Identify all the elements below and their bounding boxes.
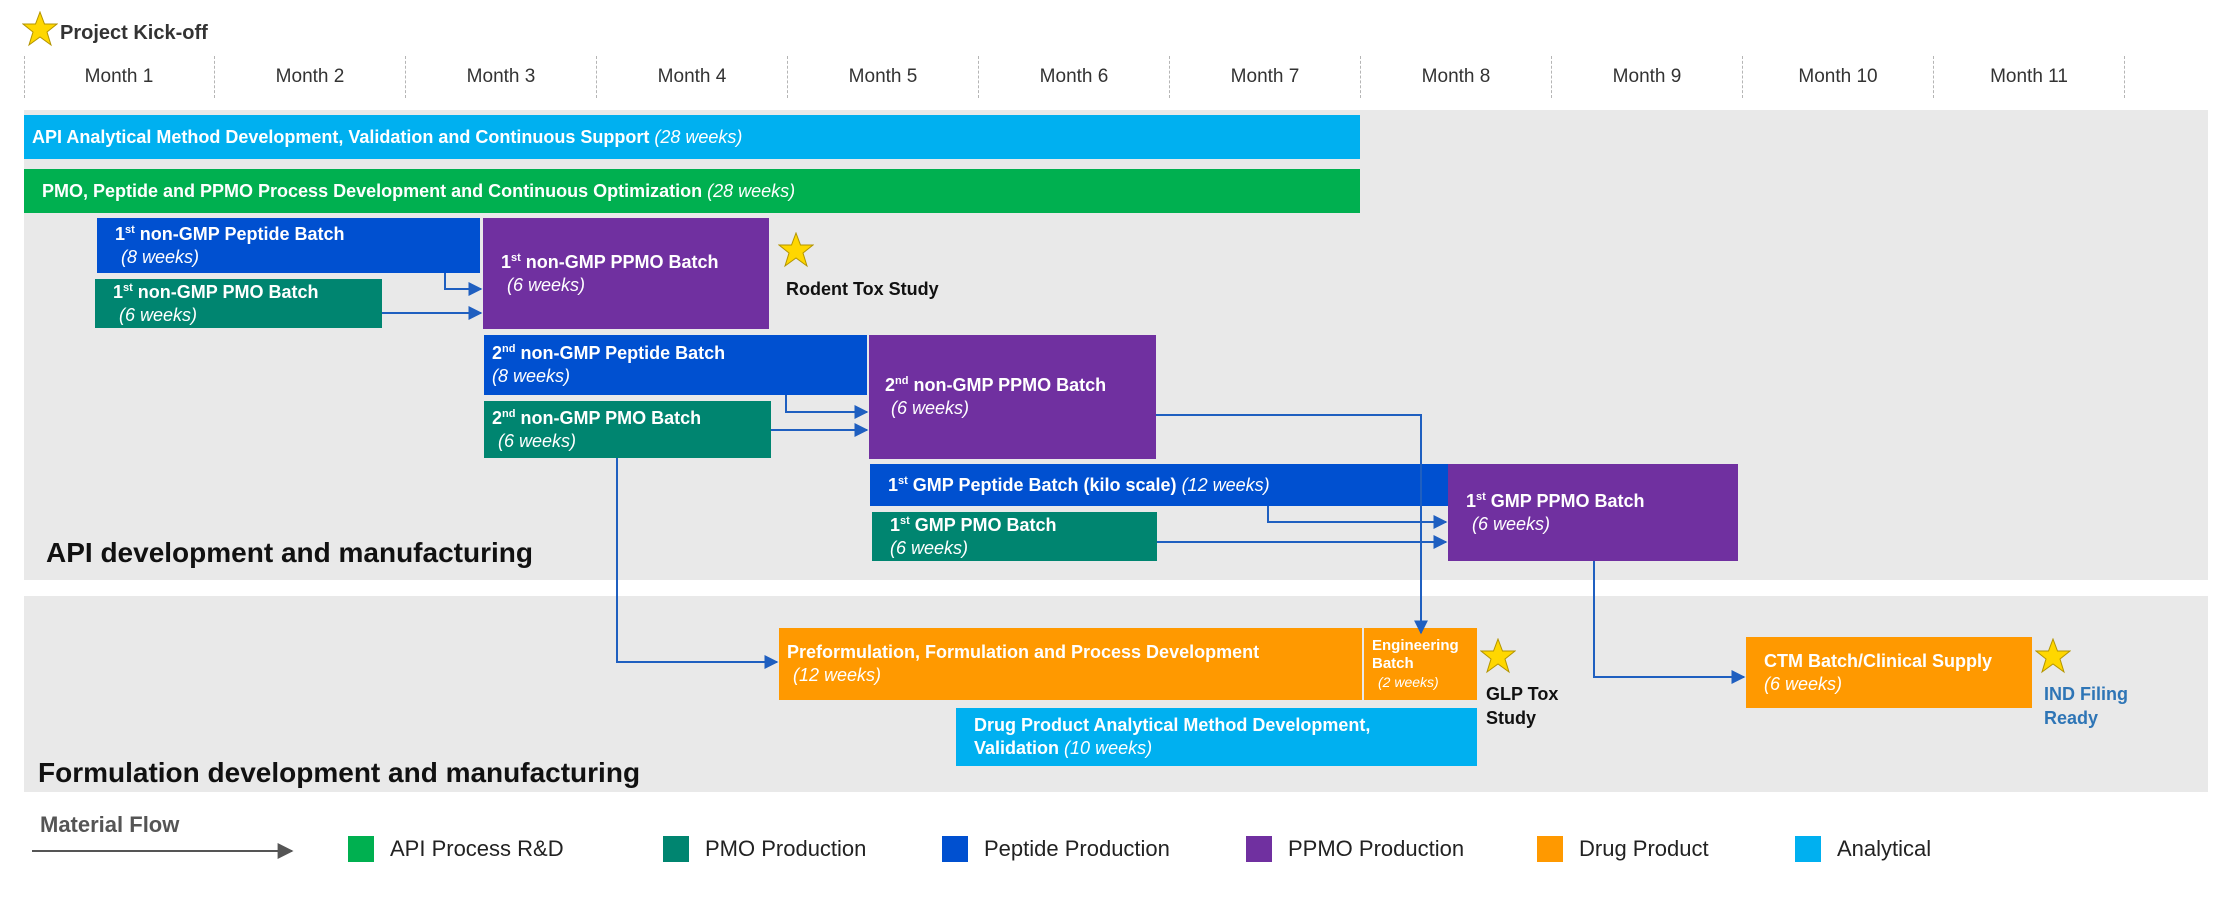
legend-swatch xyxy=(663,836,689,862)
legend-item: PMO Production xyxy=(663,836,866,862)
legend-swatch xyxy=(1246,836,1272,862)
legend-item: PPMO Production xyxy=(1246,836,1464,862)
legend-item: Drug Product xyxy=(1537,836,1709,862)
legend-swatch xyxy=(1795,836,1821,862)
legend-item: Peptide Production xyxy=(942,836,1170,862)
flow-arrow xyxy=(1593,561,1746,684)
material-flow-arrows xyxy=(32,273,1746,859)
flow-arrow xyxy=(1267,506,1448,529)
flow-arrow xyxy=(1156,414,1428,635)
legend-swatch xyxy=(1537,836,1563,862)
legend-item: Analytical xyxy=(1795,836,1931,862)
flow-arrow xyxy=(785,395,869,419)
flow-arrow xyxy=(616,458,779,669)
legend-swatch xyxy=(348,836,374,862)
legend-flow-label: Material Flow xyxy=(40,812,180,837)
legend-swatch xyxy=(942,836,968,862)
legend-item: API Process R&D xyxy=(348,836,564,862)
flow-arrow xyxy=(444,273,483,296)
